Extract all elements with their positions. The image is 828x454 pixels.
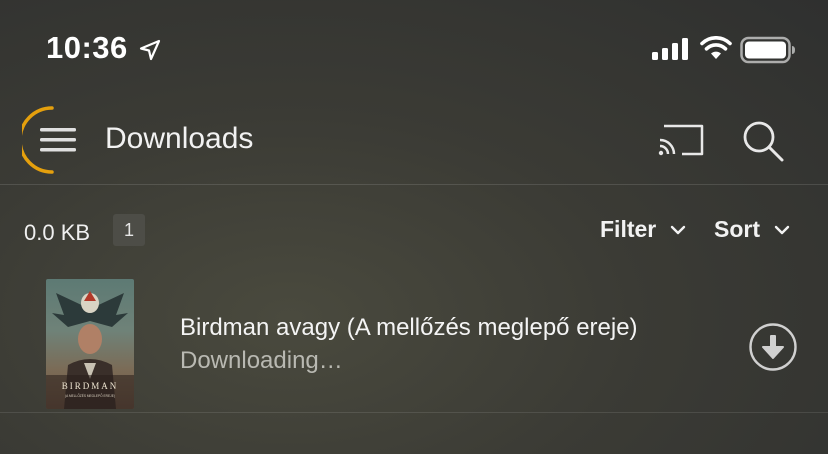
total-size: 0.0 KB: [24, 220, 91, 245]
sort-label: Sort: [714, 216, 760, 242]
downloads-summary-row: 0.0 KB 1 Filter Sort: [0, 186, 828, 270]
menu-button[interactable]: [18, 104, 92, 176]
cast-icon: [658, 124, 704, 156]
chevron-down-icon: [671, 225, 686, 234]
poster-title: BIRDMAN: [62, 381, 119, 391]
cellular-signal-icon: [652, 38, 688, 60]
download-status: Downloading…: [180, 347, 343, 374]
cast-button[interactable]: [656, 120, 706, 160]
status-bar: 10:36: [0, 0, 828, 96]
status-time: 10:36: [46, 30, 128, 65]
list-divider: [0, 412, 828, 413]
location-arrow-icon: [139, 39, 161, 61]
item-count-badge: 1: [113, 214, 145, 246]
wifi-icon: [700, 36, 732, 59]
menu-icon: [18, 106, 76, 174]
download-button[interactable]: [748, 322, 798, 372]
download-title: Birdman avagy (A mellőzés meglepő ereje): [180, 314, 638, 341]
battery-icon: [740, 36, 795, 64]
page-title: Downloads: [105, 122, 254, 155]
movie-poster: BIRDMAN (A MELLŐZÉS MEGLEPŐ EREJE): [46, 279, 134, 409]
sort-button[interactable]: Sort: [714, 216, 790, 243]
top-toolbar: Downloads: [0, 96, 828, 185]
filter-button[interactable]: Filter: [600, 216, 686, 243]
search-icon: [743, 121, 784, 162]
search-button[interactable]: [740, 118, 786, 164]
download-list-item[interactable]: BIRDMAN (A MELLŐZÉS MEGLEPŐ EREJE) Birdm…: [0, 270, 828, 413]
chevron-down-icon: [774, 225, 790, 234]
download-arrow-icon: [749, 323, 797, 371]
poster-subtitle: (A MELLŐZÉS MEGLEPŐ EREJE): [65, 393, 115, 398]
filter-label: Filter: [600, 216, 657, 242]
